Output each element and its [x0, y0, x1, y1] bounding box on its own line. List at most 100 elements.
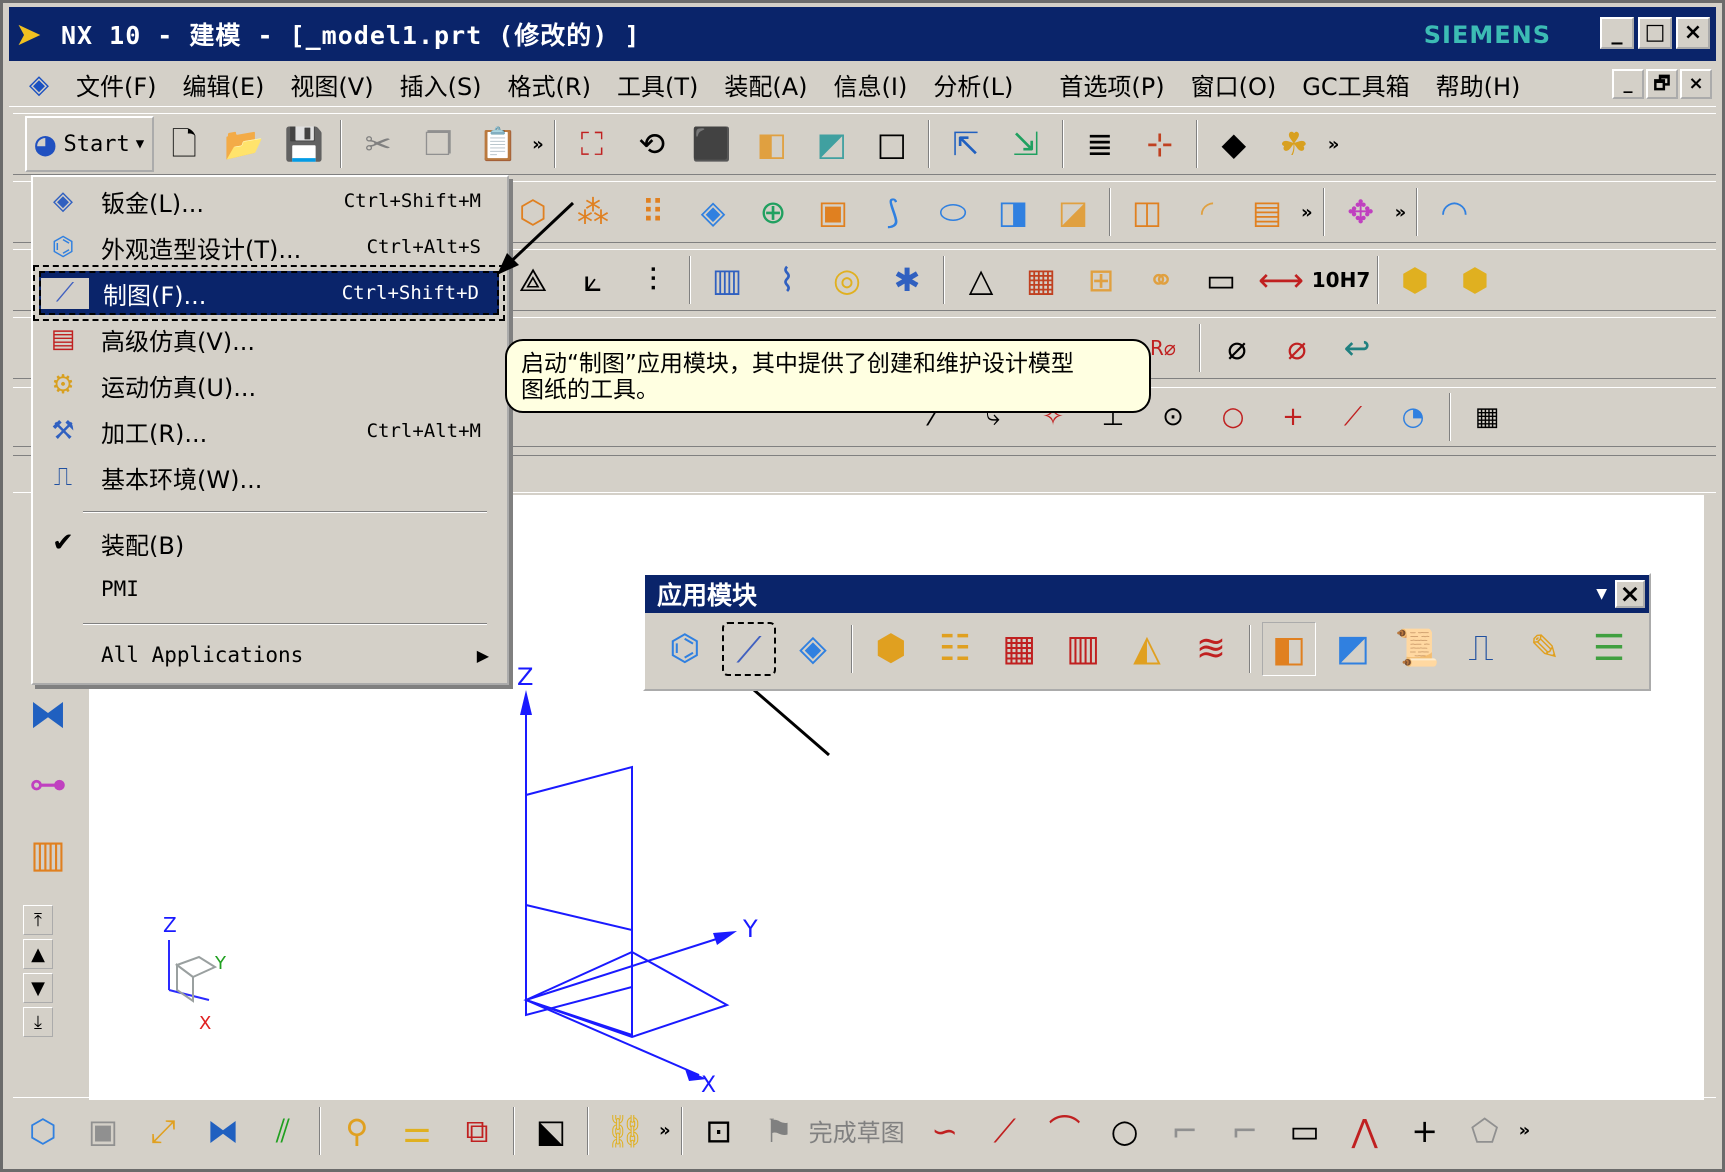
circle-point-icon[interactable]: ○ — [1211, 395, 1255, 439]
polyline-icon[interactable]: ⋀ — [1343, 1109, 1387, 1153]
center-point-icon[interactable]: ⊙ — [1151, 395, 1195, 439]
menu-analysis[interactable]: 分析(L) — [920, 67, 1026, 102]
tolerance-icon[interactable]: 10H7 — [1312, 258, 1371, 302]
spring-icon[interactable]: ⌇ — [765, 258, 809, 302]
unite-icon[interactable]: ◈ — [691, 190, 735, 234]
shape-studio-icon[interactable]: ⌬ — [658, 622, 712, 676]
cylinder-icon[interactable]: ▥ — [705, 258, 749, 302]
scroll-bottom-button[interactable]: ⤓ — [23, 1007, 53, 1037]
menu-view[interactable]: 视图(V) — [277, 67, 386, 102]
menu-help[interactable]: 帮助(H) — [1423, 67, 1534, 102]
profile-icon[interactable]: ∽ — [923, 1109, 967, 1153]
circle-icon[interactable]: ○ — [1103, 1109, 1147, 1153]
finish-flag-icon[interactable]: ⚑ — [757, 1109, 801, 1153]
menu-format[interactable]: 格式(R) — [495, 67, 604, 102]
doc-restore-button[interactable]: 🗗 — [1646, 69, 1678, 99]
section-view-icon[interactable]: ◧ — [750, 122, 794, 166]
start-button[interactable]: ◕ Start ▼ — [25, 116, 155, 172]
toolbar-overflow-chevron-6[interactable]: » — [1519, 1120, 1531, 1141]
routing-icon[interactable]: ≋ — [1184, 622, 1238, 676]
die-design-icon[interactable]: ⬢ — [864, 622, 918, 676]
help-paint-icon[interactable]: ☘ — [1272, 122, 1316, 166]
offset-face-icon[interactable]: ◨ — [991, 190, 1035, 234]
gdt-icon[interactable]: ⊞ — [1079, 258, 1123, 302]
assembly-gold-icon[interactable]: ⬢ — [1393, 258, 1437, 302]
diameter-dim-icon[interactable]: ⌀ — [1215, 326, 1259, 370]
dimension-icon[interactable]: ⟷ — [1258, 258, 1304, 302]
thicken-icon[interactable]: ▤ — [1245, 190, 1289, 234]
package-icon[interactable]: ⬕ — [529, 1109, 573, 1153]
toolbar-overflow-chevron-5[interactable]: » — [659, 1120, 671, 1141]
mirror-icon[interactable]: ⧓ — [201, 1109, 245, 1153]
sweep-icon[interactable]: ⟆ — [871, 190, 915, 234]
note-icon[interactable]: ▭ — [1199, 258, 1243, 302]
menu-item-motion-simulation[interactable]: ⚙ 运动仿真(U)... — [39, 363, 499, 407]
table-icon[interactable]: ▦ — [1019, 258, 1063, 302]
minimize-button[interactable]: _ — [1600, 17, 1634, 49]
menu-information[interactable]: 信息(I) — [821, 67, 921, 102]
toolbar-overflow-chevron-2[interactable]: » — [1328, 134, 1340, 155]
move-object-icon[interactable]: ✥ — [1339, 190, 1383, 234]
menu-item-advanced-simulation[interactable]: ▤ 高级仿真(V)... — [39, 317, 499, 361]
open-folder-icon[interactable]: 📂 — [222, 122, 266, 166]
parallel-icon[interactable]: ⫽ — [261, 1109, 305, 1153]
diameter-dim-icon-2[interactable]: ⌀ — [1275, 326, 1319, 370]
menu-item-drafting[interactable]: ⟋ 制图(F)... Ctrl+Shift+D — [33, 265, 505, 321]
fit-view-icon[interactable]: ⛶ — [570, 122, 614, 166]
polygon-icon[interactable]: ⬠ — [1463, 1109, 1507, 1153]
component-icon[interactable]: ▣ — [81, 1109, 125, 1153]
electrode-icon[interactable]: ▦ — [992, 622, 1046, 676]
copy-icon[interactable]: ❐ — [416, 122, 460, 166]
scroll-top-button[interactable]: ⤒ — [23, 905, 53, 935]
rectangle-icon[interactable]: ▭ — [1283, 1109, 1327, 1153]
point-icon[interactable]: + — [1403, 1109, 1447, 1153]
replace-face-icon[interactable]: ◪ — [1051, 190, 1095, 234]
maximize-button[interactable]: □ — [1638, 17, 1672, 49]
move-component-icon[interactable]: ⇲ — [1004, 122, 1048, 166]
undo-arrow-icon[interactable]: ↩ — [1335, 326, 1379, 370]
sketch-icon[interactable]: ⊡ — [697, 1109, 741, 1153]
block-icon[interactable]: ◫ — [1125, 190, 1169, 234]
shell-icon[interactable]: ▣ — [811, 190, 855, 234]
close-button[interactable]: × — [1676, 17, 1710, 49]
stamping-icon[interactable]: ◭ — [1120, 622, 1174, 676]
chamfer-icon[interactable]: ⌐ — [1223, 1109, 1267, 1153]
components-icon[interactable]: ⚌ — [395, 1109, 439, 1153]
document-scroll-icon[interactable]: 📜 — [1390, 622, 1444, 676]
paste-icon[interactable]: 📋 — [476, 122, 520, 166]
line-icon[interactable]: ⟋ — [983, 1109, 1027, 1153]
menu-item-manufacturing[interactable]: ⚒ 加工(R)... Ctrl+Alt+M — [39, 409, 499, 453]
mold-icon[interactable]: ☷ — [928, 622, 982, 676]
assembly-navigator-icon[interactable]: ⊶ — [21, 753, 75, 815]
rotate-view-icon[interactable]: ⟲ — [630, 122, 674, 166]
menu-item-all-applications[interactable]: All Applications ▶ — [39, 633, 499, 677]
menu-insert[interactable]: 插入(S) — [387, 67, 495, 102]
menu-tools[interactable]: 工具(T) — [604, 67, 711, 102]
menu-item-sheet-metal[interactable]: ◈ 钣金(L)... Ctrl+Shift+M — [39, 179, 499, 223]
line-point-icon[interactable]: ⟋ — [1331, 395, 1375, 439]
scroll-up-button[interactable]: ▲ — [23, 939, 53, 969]
edit-note-icon[interactable]: ✎ — [1518, 622, 1572, 676]
constraint-arrow-icon[interactable]: ⤢ — [141, 1109, 185, 1153]
menu-file[interactable]: 文件(F) — [63, 67, 170, 102]
menu-window[interactable]: 窗口(O) — [1178, 67, 1290, 102]
menu-item-assembly[interactable]: ✔ 装配(B) — [39, 521, 499, 565]
new-file-icon[interactable]: 🗋 — [162, 122, 206, 166]
gateway-icon[interactable]: ⎍ — [1454, 622, 1508, 676]
assembly-tree-icon[interactable]: ⚲ — [335, 1109, 379, 1153]
form-icon[interactable]: ☰ — [1582, 622, 1636, 676]
datum-icon[interactable]: ⚭ — [1139, 258, 1183, 302]
menu-item-pmi[interactable]: PMI — [39, 567, 499, 611]
menu-assembly[interactable]: 装配(A) — [711, 67, 820, 102]
coil-icon[interactable]: ◎ — [825, 258, 869, 302]
palette-close-button[interactable]: × — [1615, 580, 1645, 608]
triangle-icon[interactable]: △ — [959, 258, 1003, 302]
fillet-icon[interactable]: ⌐ — [1163, 1109, 1207, 1153]
background-icon[interactable]: □ — [870, 122, 914, 166]
menu-item-gateway[interactable]: ⎍ 基本环境(W)... — [39, 455, 499, 499]
constraint-icon[interactable]: ⧓ — [21, 683, 75, 745]
menu-item-shape-studio[interactable]: ⌬ 外观造型设计(T)... Ctrl+Alt+S — [39, 225, 499, 269]
layer-settings-icon[interactable]: ≣ — [1078, 122, 1122, 166]
progressive-die-icon[interactable]: ▥ — [1056, 622, 1110, 676]
menu-preferences[interactable]: 首选项(P) — [1046, 67, 1177, 102]
